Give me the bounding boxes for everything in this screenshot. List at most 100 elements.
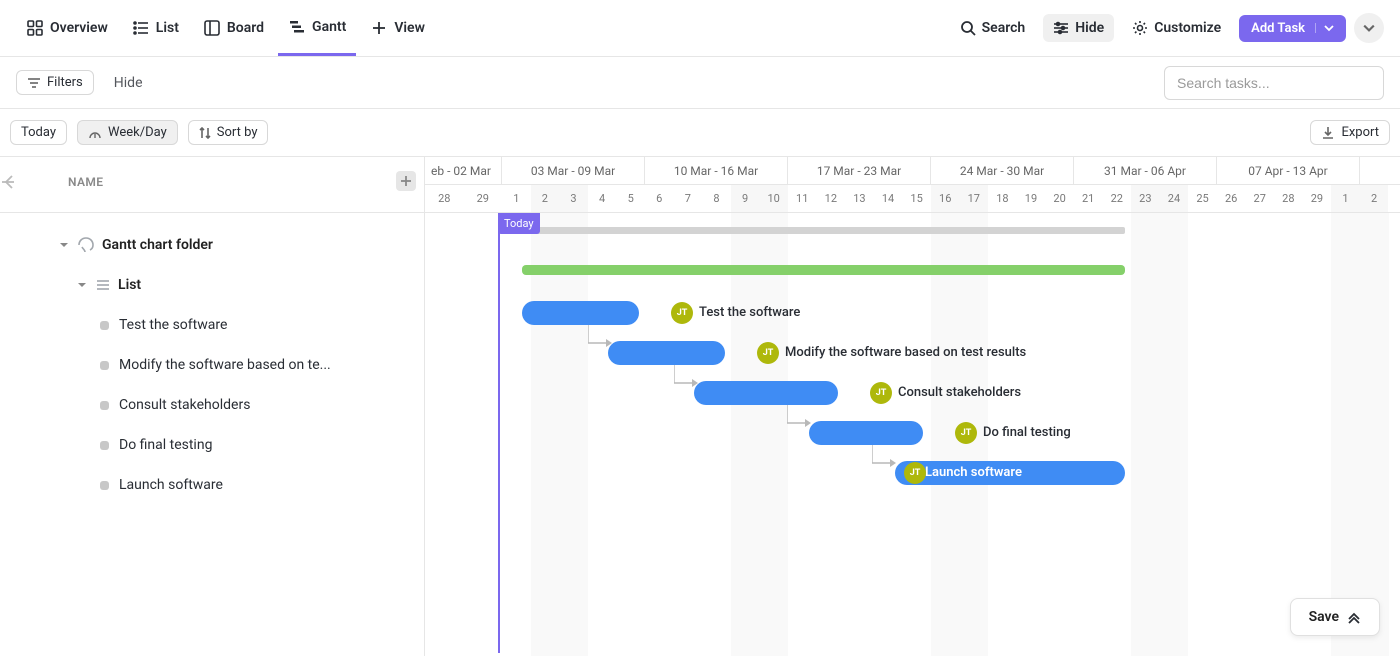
sort-button[interactable]: Sort by xyxy=(188,120,269,145)
day-header-cell: 2 xyxy=(531,185,560,212)
hide-panel-button[interactable]: Hide xyxy=(114,75,143,91)
hide-label: Hide xyxy=(1075,20,1104,36)
customize-button[interactable]: Customize xyxy=(1122,14,1231,42)
status-dot-icon xyxy=(100,361,109,370)
task-label: Do final testing xyxy=(119,437,212,453)
today-button[interactable]: Today xyxy=(10,120,67,145)
week-header-cell: 31 Mar - 06 Apr xyxy=(1074,157,1217,184)
gantt-bar[interactable]: Launch software xyxy=(895,461,1125,485)
day-header-cell: 7 xyxy=(674,185,703,212)
tab-add-view[interactable]: View xyxy=(360,0,435,56)
grid-icon xyxy=(26,19,44,37)
tab-gantt-label: Gantt xyxy=(312,19,346,35)
day-header-cell: 1 xyxy=(502,185,531,212)
tab-list-label: List xyxy=(156,20,179,36)
gantt-bar-label: Launch software xyxy=(895,461,1125,485)
gantt-bar-label: Modify the software based on test result… xyxy=(785,345,1026,360)
caret-down-icon[interactable] xyxy=(78,280,88,290)
collapse-panel-icon[interactable] xyxy=(0,173,18,191)
gantt-bar[interactable] xyxy=(694,381,838,405)
sort-icon xyxy=(199,127,211,139)
day-header-cell: 14 xyxy=(874,185,903,212)
task-row[interactable]: Consult stakeholders xyxy=(0,385,424,425)
assignee-avatar[interactable]: JT xyxy=(757,342,779,364)
day-header-cell: 21 xyxy=(1074,185,1103,212)
list-label: List xyxy=(118,277,141,293)
tab-view-label: View xyxy=(394,20,425,36)
list-summary-bar[interactable] xyxy=(522,265,1125,275)
search-button[interactable]: Search xyxy=(950,14,1036,42)
tab-board-label: Board xyxy=(227,20,264,36)
task-row[interactable]: Test the software xyxy=(0,305,424,345)
board-icon xyxy=(203,19,221,37)
day-header-cell: 28 xyxy=(1274,185,1303,212)
day-header-cell: 23 xyxy=(1131,185,1160,212)
day-header-cell: 15 xyxy=(902,185,931,212)
export-button[interactable]: Export xyxy=(1310,120,1390,145)
day-header-cell: 13 xyxy=(845,185,874,212)
list-icon xyxy=(132,19,150,37)
folder-row[interactable]: Gantt chart folder xyxy=(0,225,424,265)
assignee-avatar[interactable]: JT xyxy=(904,462,926,484)
add-task-button[interactable]: Add Task xyxy=(1239,15,1346,42)
hide-icon xyxy=(1053,20,1069,36)
day-header-cell: 11 xyxy=(788,185,817,212)
folder-summary-bar[interactable] xyxy=(499,227,1125,234)
tab-gantt[interactable]: Gantt xyxy=(278,0,356,56)
status-dot-icon xyxy=(100,321,109,330)
day-header-cell: 26 xyxy=(1217,185,1246,212)
save-button[interactable]: Save xyxy=(1290,598,1380,636)
task-row[interactable]: Modify the software based on te... xyxy=(0,345,424,385)
hide-button[interactable]: Hide xyxy=(1043,14,1114,42)
gantt-bar[interactable] xyxy=(809,421,923,445)
filters-button[interactable]: Filters xyxy=(16,70,94,95)
tab-list[interactable]: List xyxy=(122,0,189,56)
day-header-cell: 5 xyxy=(616,185,645,212)
search-input[interactable] xyxy=(1164,66,1384,100)
week-header-cell: 03 Mar - 09 Mar xyxy=(502,157,645,184)
tab-overview-label: Overview xyxy=(50,20,108,36)
add-column-button[interactable] xyxy=(396,171,416,191)
tab-overview[interactable]: Overview xyxy=(16,0,118,56)
day-header-cell: 19 xyxy=(1017,185,1046,212)
gantt-bar[interactable] xyxy=(608,341,725,365)
status-dot-icon xyxy=(100,481,109,490)
gantt-bar-label: Test the software xyxy=(699,305,800,320)
list-row[interactable]: List xyxy=(0,265,424,305)
name-col-header: NAME xyxy=(68,175,103,189)
folder-icon xyxy=(76,235,96,255)
assignee-avatar[interactable]: JT xyxy=(671,302,693,324)
collapse-up-icon xyxy=(1347,610,1361,624)
folder-label: Gantt chart folder xyxy=(102,237,213,253)
day-header-cell: 22 xyxy=(1102,185,1131,212)
list-lines-icon xyxy=(94,276,112,294)
task-label: Launch software xyxy=(119,477,223,493)
day-header-cell: 17 xyxy=(960,185,989,212)
plus-icon xyxy=(370,19,388,37)
tab-board[interactable]: Board xyxy=(193,0,274,56)
day-header-cell: 12 xyxy=(817,185,846,212)
assignee-avatar[interactable]: JT xyxy=(870,382,892,404)
assignee-avatar[interactable]: JT xyxy=(955,422,977,444)
week-header-cell: 24 Mar - 30 Mar xyxy=(931,157,1074,184)
week-header-cell: eb - 02 Mar xyxy=(425,157,502,184)
search-icon xyxy=(960,20,976,36)
task-label: Modify the software based on te... xyxy=(119,357,331,373)
gantt-timeline[interactable]: eb - 02 Mar03 Mar - 09 Mar10 Mar - 16 Ma… xyxy=(425,157,1400,656)
chevron-down-icon[interactable] xyxy=(1315,23,1334,33)
filters-label: Filters xyxy=(47,75,83,90)
chevron-down-icon xyxy=(1363,22,1375,34)
more-menu[interactable] xyxy=(1354,13,1384,43)
day-header-cell: 8 xyxy=(702,185,731,212)
day-header-cell: 24 xyxy=(1160,185,1189,212)
zoom-button[interactable]: Week/Day xyxy=(77,120,178,145)
caret-down-icon[interactable] xyxy=(60,240,70,250)
zoom-label: Week/Day xyxy=(108,125,167,140)
task-row[interactable]: Do final testing xyxy=(0,425,424,465)
customize-label: Customize xyxy=(1154,20,1221,36)
today-line xyxy=(498,213,500,653)
day-header-cell: 3 xyxy=(1388,185,1400,212)
gantt-bar[interactable] xyxy=(522,301,639,325)
task-row[interactable]: Launch software xyxy=(0,465,424,505)
task-label: Test the software xyxy=(119,317,227,333)
